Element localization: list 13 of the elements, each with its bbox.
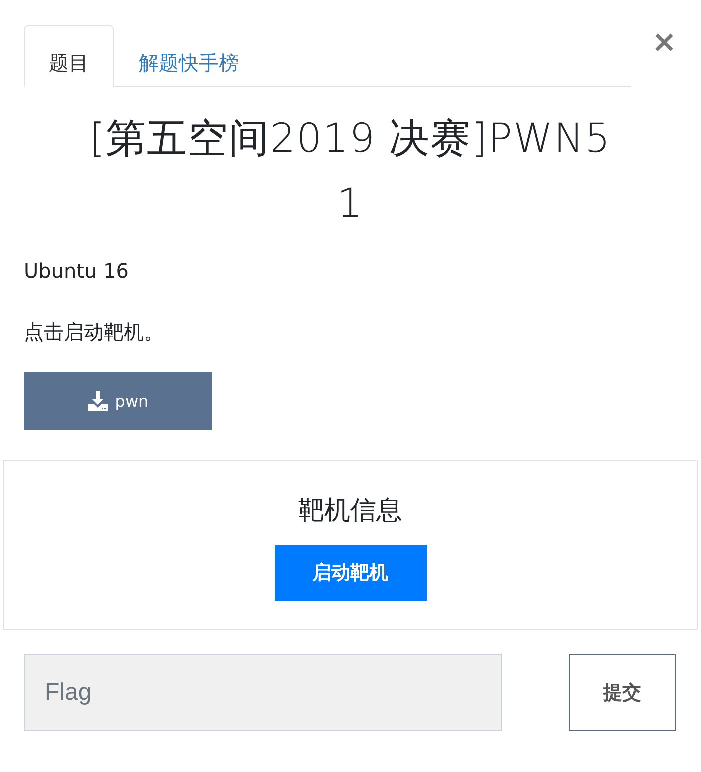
- instance-heading: 靶机信息: [298, 495, 402, 528]
- download-button[interactable]: pwn: [24, 372, 212, 430]
- start-instance-button[interactable]: 启动靶机: [274, 545, 426, 601]
- flag-input[interactable]: Flag: [24, 654, 502, 731]
- challenge-value: 1: [336, 180, 365, 229]
- challenge-title: [第五空间2019 决赛]PWN5: [88, 115, 612, 164]
- tab[interactable]: 解题快手榜: [114, 25, 264, 87]
- submit-button[interactable]: 提交: [569, 654, 676, 731]
- description-text: 点击启动靶机。: [24, 319, 165, 346]
- tab[interactable]: 题目: [24, 25, 114, 87]
- close-button[interactable]: ×: [652, 28, 677, 58]
- description-text: Ubuntu 16: [24, 258, 130, 285]
- download-icon: [87, 390, 110, 412]
